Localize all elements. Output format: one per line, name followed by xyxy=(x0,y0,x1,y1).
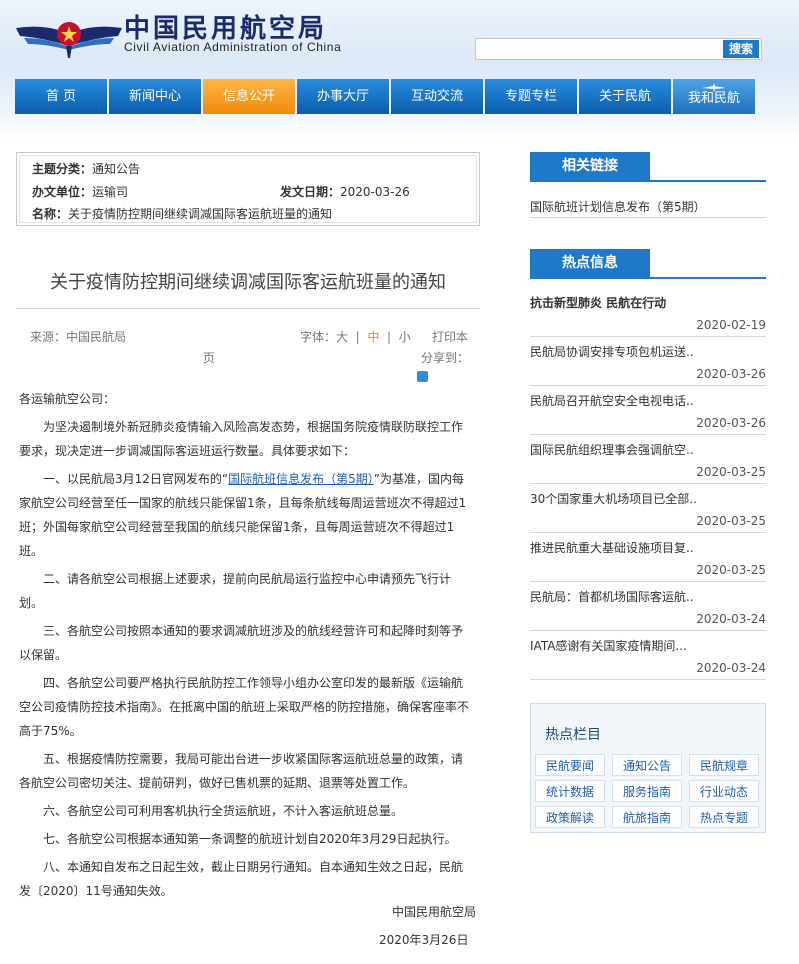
share-icon[interactable] xyxy=(417,371,428,382)
hot-item-date: 2020-03-24 xyxy=(696,612,766,626)
print-link-part1[interactable]: 打印本 xyxy=(432,328,468,345)
nav-item-topics[interactable]: 专题专栏 xyxy=(485,79,577,114)
font-size-small[interactable]: 小 xyxy=(399,330,411,344)
column-link[interactable]: 通知公告 xyxy=(612,754,682,776)
flight-info-link[interactable]: 国际航班信息发布（第5期） xyxy=(228,472,374,486)
nav-item-label: 我和民航 xyxy=(687,91,740,106)
nav-item-interaction[interactable]: 互动交流 xyxy=(391,79,483,114)
nav-item-news[interactable]: 新闻中心 xyxy=(109,79,201,114)
meta-date-label: 发文日期： xyxy=(280,185,341,199)
hot-item[interactable]: IATA感谢有关国家疫情期间... xyxy=(530,637,687,654)
column-link[interactable]: 服务指南 xyxy=(612,780,682,802)
hot-item-date: 2020-03-25 xyxy=(696,563,766,577)
hot-item-date: 2020-03-25 xyxy=(696,514,766,528)
hot-top-item[interactable]: 抗击新型肺炎 民航在行动 xyxy=(530,294,666,311)
paragraph-3: 三、各航空公司按照本通知的要求调减航班涉及的航线经营许可和起降时刻等予以保留。 xyxy=(19,624,464,662)
hot-item-date: 2020-02-19 xyxy=(696,318,766,332)
hot-item-divider xyxy=(530,385,766,386)
paragraph-7: 七、各航空公司根据本通知第一条调整的航班计划自2020年3月29日起执行。 xyxy=(43,832,457,846)
salutation: 各运输航空公司： xyxy=(19,392,116,406)
search-input[interactable] xyxy=(478,41,722,57)
meta-date: 发文日期：2020-03-26 xyxy=(280,183,410,200)
nav-item-home[interactable]: 首 页 xyxy=(15,79,107,114)
signature-org: 中国民用航空局 xyxy=(392,905,477,919)
signature-date: 2020年3月26日 xyxy=(379,933,469,947)
hot-columns-panel: 热点栏目 民航要闻 通知公告 民航规章 统计数据 服务指南 行业动态 政策解读 … xyxy=(530,703,766,833)
paragraph-5: 五、根据疫情防控需要，我局可能出台进一步收紧国际客运航班总量的政策，请各航空公司… xyxy=(19,752,464,790)
hot-item-divider xyxy=(530,483,766,484)
paragraph-1: 一、以民航局3月12日官网发布的“国际航班信息发布（第5期）”为基准，国内每家航… xyxy=(19,467,474,563)
meta-category-value: 通知公告 xyxy=(92,162,141,176)
nav-item-service-hall[interactable]: 办事大厅 xyxy=(297,79,389,114)
column-link[interactable]: 民航规章 xyxy=(689,754,759,776)
search-button[interactable]: 搜索 xyxy=(723,40,759,58)
site-title-en: Civil Aviation Administration of China xyxy=(124,40,342,54)
meta-name-label: 名称： xyxy=(32,207,69,221)
share-label: 分享到： xyxy=(421,351,470,365)
hot-info-title: 热点信息 xyxy=(530,249,650,277)
related-links-rule xyxy=(530,180,766,182)
meta-category: 主题分类：通知公告 xyxy=(32,160,140,177)
print-link-part2[interactable]: 页 xyxy=(203,349,215,366)
hot-item-divider xyxy=(530,630,766,631)
font-size-label: 字体： xyxy=(300,330,337,344)
hot-info-rule xyxy=(530,277,766,279)
paragraph-1-lead: 一、以民航局3月12日官网发布的“ xyxy=(43,472,229,486)
search-box: 搜索 xyxy=(475,38,762,60)
hot-item-date: 2020-03-26 xyxy=(696,367,766,381)
meta-office-value: 运输司 xyxy=(92,185,129,199)
font-size-medium[interactable]: 中 xyxy=(367,330,379,344)
font-size-sep: | xyxy=(355,330,360,344)
meta-name-value: 关于疫情防控期间继续调减国际客运航班量的通知 xyxy=(68,207,333,221)
font-size-sep: | xyxy=(387,330,392,344)
paragraph-8: 八、本通知自发布之日起生效，截止日期另行通知。自本通知生效之日起，民航发〔202… xyxy=(19,860,464,898)
hot-item[interactable]: 30个国家重大机场项目已全部.. xyxy=(530,490,697,507)
nav-item-me-and-aviation[interactable]: 我和民航 xyxy=(673,79,755,114)
related-link-divider xyxy=(530,217,766,218)
hot-item[interactable]: 推进民航重大基础设施项目复.. xyxy=(530,539,694,556)
hot-item-date: 2020-03-25 xyxy=(696,465,766,479)
column-link[interactable]: 民航要闻 xyxy=(535,754,605,776)
meta-name: 名称：关于疫情防控期间继续调减国际客运航班量的通知 xyxy=(32,205,332,222)
hot-item-divider xyxy=(530,532,766,533)
column-link[interactable]: 政策解读 xyxy=(535,806,605,828)
hot-item-divider xyxy=(530,679,766,680)
hot-item[interactable]: 民航局协调安排专项包机运送.. xyxy=(530,343,694,360)
hot-item-date: 2020-03-26 xyxy=(696,416,766,430)
column-link[interactable]: 航旅指南 xyxy=(612,806,682,828)
paragraph-6: 六、各航空公司可利用客机执行全货运航班，不计入客运航班总量。 xyxy=(43,804,404,818)
hot-item-divider xyxy=(530,336,766,337)
nav-item-about[interactable]: 关于民航 xyxy=(579,79,671,114)
article-title: 关于疫情防控期间继续调减国际客运航班量的通知 xyxy=(50,272,446,293)
nav-item-info-disclosure[interactable]: 信息公开 xyxy=(203,79,295,114)
meta-office: 办文单位：运输司 xyxy=(32,183,128,200)
column-link[interactable]: 行业动态 xyxy=(689,780,759,802)
column-link[interactable]: 统计数据 xyxy=(535,780,605,802)
paragraph-2: 二、请各航空公司根据上述要求，提前向民航局运行监控中心申请预先飞行计划。 xyxy=(19,572,452,610)
plane-icon xyxy=(702,83,726,92)
hot-columns-title: 热点栏目 xyxy=(545,727,601,743)
hot-item-divider xyxy=(530,434,766,435)
font-size-controls: 字体：大 | 中 | 小 xyxy=(300,328,411,345)
related-links-title: 相关链接 xyxy=(530,152,650,180)
hot-item-divider xyxy=(530,581,766,582)
column-link[interactable]: 热点专题 xyxy=(689,806,759,828)
caac-logo-icon xyxy=(16,22,122,58)
article-source: 来源：中国民航局 xyxy=(30,330,127,344)
font-size-large[interactable]: 大 xyxy=(336,330,348,344)
hot-item[interactable]: 民航局召开航空安全电视电话.. xyxy=(530,392,694,409)
related-link[interactable]: 国际航班计划信息发布（第5期） xyxy=(530,198,706,215)
hot-item[interactable]: 民航局：首都机场国际客运航.. xyxy=(530,588,694,605)
article-body: 各运输航空公司： 为坚决遏制境外新冠肺炎疫情输入风险高发态势，根据国务院疫情联防… xyxy=(19,387,474,907)
meta-date-value: 2020-03-26 xyxy=(340,185,410,199)
title-divider xyxy=(16,308,480,309)
hot-item-date: 2020-03-24 xyxy=(696,661,766,675)
hot-item[interactable]: 国际民航组织理事会强调航空.. xyxy=(530,441,694,458)
meta-category-label: 主题分类： xyxy=(32,162,93,176)
meta-office-label: 办文单位： xyxy=(32,185,93,199)
paragraph-4: 四、各航空公司要严格执行民航防控工作领导小组办公室印发的最新版《运输航空公司疫情… xyxy=(19,676,470,738)
paragraph-intro: 为坚决遏制境外新冠肺炎疫情输入风险高发态势，根据国务院疫情联防联控工作要求，现决… xyxy=(19,420,464,458)
